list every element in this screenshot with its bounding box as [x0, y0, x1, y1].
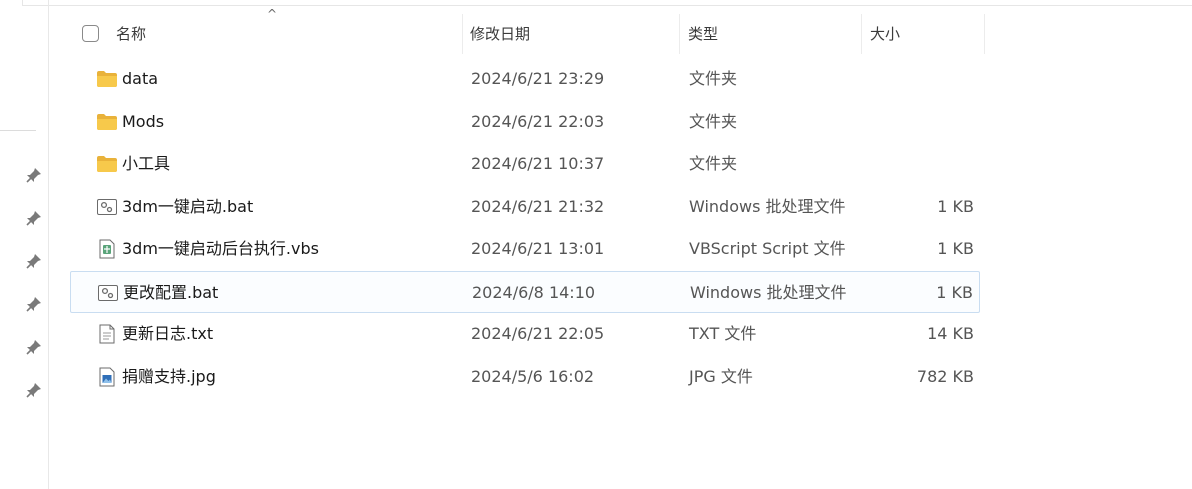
file-modified-date: 2024/6/21 13:01: [471, 239, 605, 258]
file-size: 782 KB: [916, 366, 974, 386]
text-file-icon: [96, 324, 118, 344]
file-type: VBScript Script 文件: [689, 239, 846, 258]
column-divider[interactable]: [679, 14, 680, 54]
file-type: TXT 文件: [689, 324, 757, 343]
file-list: data 2024/6/21 23:29 文件夹 Mods 2024/6/21 22:0…: [70, 58, 980, 398]
file-size: 1 KB: [937, 196, 974, 216]
file-type: JPG 文件: [689, 366, 753, 386]
pin-icon[interactable]: [24, 380, 44, 400]
file-type: 文件夹: [689, 111, 738, 131]
file-name: 小工具: [122, 154, 171, 173]
pin-icon[interactable]: [24, 251, 44, 271]
pin-icon[interactable]: [24, 165, 44, 185]
file-name: Mods: [122, 111, 165, 131]
file-modified-date: 2024/5/6 16:02: [471, 366, 595, 386]
column-divider[interactable]: [861, 14, 862, 54]
sort-ascending-icon: ^: [267, 7, 278, 21]
file-modified-date: 2024/6/21 23:29: [471, 69, 605, 88]
file-row[interactable]: 捐赠支持.jpg 2024/5/6 16:02 JPG 文件 782 KB: [70, 356, 980, 399]
vbs-script-icon: [96, 239, 118, 259]
file-size: 1 KB: [936, 282, 973, 302]
folder-icon: [96, 69, 118, 89]
column-header-bar: ^ 名称 修改日期 类型 大小: [60, 8, 990, 54]
batch-file-icon: [96, 197, 118, 217]
file-modified-date: 2024/6/21 10:37: [471, 154, 605, 173]
pin-icon[interactable]: [24, 208, 44, 228]
file-modified-date: 2024/6/8 14:10: [472, 282, 596, 302]
pin-icon[interactable]: [24, 294, 44, 314]
column-divider[interactable]: [462, 14, 463, 54]
file-type: Windows 批处理文件: [690, 282, 847, 302]
file-name: 3dm一键启动.bat: [122, 196, 254, 216]
file-modified-date: 2024/6/21 21:32: [471, 196, 605, 216]
file-type: 文件夹: [689, 69, 738, 88]
file-row[interactable]: 3dm一键启动后台执行.vbs 2024/6/21 13:01 VBScript S…: [70, 228, 980, 271]
file-type: 文件夹: [689, 154, 738, 173]
file-row[interactable]: Mods 2024/6/21 22:03 文件夹: [70, 101, 980, 144]
file-row[interactable]: 更新日志.txt 2024/6/21 22:05 TXT 文件 14 KB: [70, 313, 980, 356]
file-name: 3dm一键启动后台执行.vbs: [122, 239, 319, 258]
file-name: 捐赠支持.jpg: [122, 366, 216, 386]
file-size: 14 KB: [927, 324, 974, 343]
column-header-name[interactable]: 名称: [116, 14, 146, 54]
column-header-date[interactable]: 修改日期: [470, 14, 530, 54]
image-file-icon: [96, 367, 118, 387]
folder-icon: [96, 154, 118, 174]
column-divider[interactable]: [984, 14, 985, 54]
column-header-type[interactable]: 类型: [688, 14, 718, 54]
file-row[interactable]: 3dm一键启动.bat 2024/6/21 21:32 Windows 批处理文件 1…: [70, 186, 980, 229]
file-name: 更改配置.bat: [123, 282, 219, 302]
pin-icon[interactable]: [24, 337, 44, 357]
file-row[interactable]: 更改配置.bat 2024/6/8 14:10 Windows 批处理文件 1 KB: [70, 270, 980, 313]
select-all-checkbox[interactable]: [82, 25, 99, 42]
file-size: 1 KB: [937, 239, 974, 258]
file-modified-date: 2024/6/21 22:05: [471, 324, 605, 343]
file-name: 更新日志.txt: [122, 324, 214, 343]
nav-divider: [0, 130, 36, 131]
batch-file-icon: [97, 283, 119, 303]
address-bar-edge: [22, 0, 1192, 6]
file-modified-date: 2024/6/21 22:03: [471, 111, 605, 131]
folder-icon: [96, 112, 118, 132]
file-row[interactable]: data 2024/6/21 23:29 文件夹: [70, 58, 980, 101]
file-row[interactable]: 小工具 2024/6/21 10:37 文件夹: [70, 143, 980, 186]
navigation-pane: [0, 0, 49, 489]
column-header-size[interactable]: 大小: [870, 14, 900, 54]
file-name: data: [122, 69, 159, 88]
file-type: Windows 批处理文件: [689, 196, 846, 216]
